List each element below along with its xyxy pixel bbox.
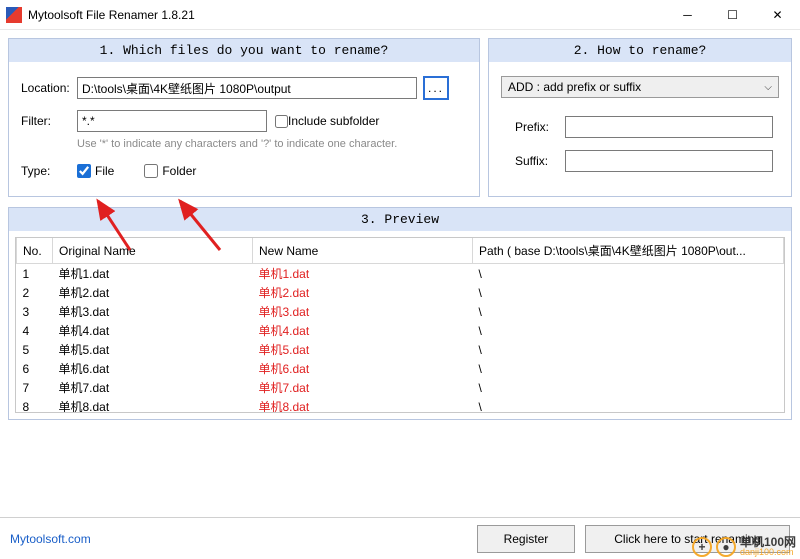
- watermark-domain: danji100.com: [740, 548, 796, 557]
- table-row[interactable]: 1单机1.dat单机1.dat\: [17, 264, 784, 284]
- table-row[interactable]: 2单机2.dat单机2.dat\: [17, 283, 784, 302]
- table-row[interactable]: 7单机7.dat单机7.dat\: [17, 378, 784, 397]
- cell-orig: 单机8.dat: [53, 397, 253, 413]
- section-preview: 3. Preview No. Original Name New Name Pa…: [8, 207, 792, 420]
- cell-no: 2: [17, 283, 53, 302]
- col-new[interactable]: New Name: [253, 238, 473, 264]
- watermark-plus-icon: +: [692, 537, 712, 557]
- include-subfolder-checkbox[interactable]: [275, 115, 288, 128]
- cell-new: 单机2.dat: [253, 283, 473, 302]
- file-checkbox-label: File: [95, 164, 114, 178]
- maximize-button[interactable]: ☐: [710, 0, 755, 30]
- table-row[interactable]: 4单机4.dat单机4.dat\: [17, 321, 784, 340]
- cell-new: 单机1.dat: [253, 264, 473, 284]
- cell-new: 单机4.dat: [253, 321, 473, 340]
- section-files: 1. Which files do you want to rename? Lo…: [8, 38, 480, 197]
- register-button[interactable]: Register: [477, 525, 576, 553]
- col-no[interactable]: No.: [17, 238, 53, 264]
- website-link[interactable]: Mytoolsoft.com: [10, 532, 91, 546]
- titlebar: Mytoolsoft File Renamer 1.8.21 ─ ☐ ✕: [0, 0, 800, 30]
- cell-path: \: [473, 302, 784, 321]
- table-row[interactable]: 6单机6.dat单机6.dat\: [17, 359, 784, 378]
- cell-no: 4: [17, 321, 53, 340]
- cell-orig: 单机2.dat: [53, 283, 253, 302]
- section-rename: 2. How to rename? ADD : add prefix or su…: [488, 38, 792, 197]
- minimize-button[interactable]: ─: [665, 0, 710, 30]
- cell-no: 8: [17, 397, 53, 413]
- prefix-label: Prefix:: [515, 120, 565, 134]
- filter-hint: Use '*' to indicate any characters and '…: [77, 138, 467, 150]
- table-row[interactable]: 5单机5.dat单机5.dat\: [17, 340, 784, 359]
- col-original[interactable]: Original Name: [53, 238, 253, 264]
- include-subfolder-label: Include subfolder: [288, 114, 379, 128]
- cell-path: \: [473, 359, 784, 378]
- cell-path: \: [473, 378, 784, 397]
- app-icon: [6, 7, 22, 23]
- cell-orig: 单机1.dat: [53, 264, 253, 284]
- chevron-down-icon: ⌵: [764, 82, 772, 93]
- watermark: + ● 单机100网 danji100.com: [692, 536, 796, 557]
- cell-orig: 单机6.dat: [53, 359, 253, 378]
- cell-path: \: [473, 264, 784, 284]
- suffix-input[interactable]: [565, 150, 773, 172]
- cell-path: \: [473, 283, 784, 302]
- folder-checkbox[interactable]: [144, 164, 158, 178]
- table-row[interactable]: 8单机8.dat单机8.dat\: [17, 397, 784, 413]
- table-row[interactable]: 3单机3.dat单机3.dat\: [17, 302, 784, 321]
- cell-no: 1: [17, 264, 53, 284]
- col-path[interactable]: Path ( base D:\tools\桌面\4K壁纸图片 1080P\out…: [473, 238, 784, 264]
- browse-button[interactable]: ...: [423, 76, 449, 100]
- cell-orig: 单机5.dat: [53, 340, 253, 359]
- section-files-header: 1. Which files do you want to rename?: [9, 39, 479, 62]
- cell-new: 单机8.dat: [253, 397, 473, 413]
- cell-path: \: [473, 321, 784, 340]
- file-checkbox[interactable]: [77, 164, 91, 178]
- cell-no: 5: [17, 340, 53, 359]
- footer: Mytoolsoft.com Register Click here to st…: [0, 517, 800, 559]
- preview-table: No. Original Name New Name Path ( base D…: [16, 238, 784, 413]
- prefix-input[interactable]: [565, 116, 773, 138]
- suffix-label: Suffix:: [515, 154, 565, 168]
- method-dropdown-value: ADD : add prefix or suffix: [508, 80, 641, 94]
- location-label: Location:: [21, 81, 77, 95]
- folder-checkbox-label: Folder: [162, 164, 196, 178]
- section-preview-header: 3. Preview: [9, 208, 791, 231]
- window-title: Mytoolsoft File Renamer 1.8.21: [28, 8, 665, 22]
- cell-new: 单机6.dat: [253, 359, 473, 378]
- filter-input[interactable]: [77, 110, 267, 132]
- location-input[interactable]: [77, 77, 417, 99]
- cell-no: 6: [17, 359, 53, 378]
- method-dropdown[interactable]: ADD : add prefix or suffix ⌵: [501, 76, 779, 98]
- cell-orig: 单机4.dat: [53, 321, 253, 340]
- type-label: Type:: [21, 164, 77, 178]
- close-button[interactable]: ✕: [755, 0, 800, 30]
- section-rename-header: 2. How to rename?: [489, 39, 791, 62]
- cell-path: \: [473, 397, 784, 413]
- cell-no: 7: [17, 378, 53, 397]
- cell-path: \: [473, 340, 784, 359]
- cell-new: 单机5.dat: [253, 340, 473, 359]
- cell-new: 单机7.dat: [253, 378, 473, 397]
- cell-orig: 单机7.dat: [53, 378, 253, 397]
- filter-label: Filter:: [21, 114, 77, 128]
- cell-orig: 单机3.dat: [53, 302, 253, 321]
- cell-new: 单机3.dat: [253, 302, 473, 321]
- cell-no: 3: [17, 302, 53, 321]
- watermark-dot-icon: ●: [716, 537, 736, 557]
